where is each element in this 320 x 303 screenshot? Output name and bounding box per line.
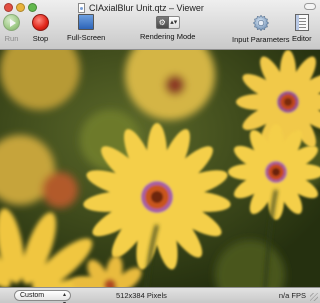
status-bar: Custom ▴▾ 512x384 Pixels n/a FPS (0, 287, 320, 303)
gear-icon[interactable]: ⚙ (155, 16, 169, 29)
stop-icon (32, 14, 49, 31)
gear-icon (252, 14, 269, 32)
play-icon (3, 14, 20, 31)
rendering-mode-segmented[interactable]: ⚙ ▴▾ (155, 16, 180, 29)
rendering-mode-label: Rendering Mode (140, 32, 196, 41)
run-button[interactable]: Run (3, 14, 20, 43)
editor-button[interactable]: Editor (292, 14, 312, 43)
stop-button[interactable]: Stop (32, 14, 49, 43)
viewer-window: CIAxialBlur Unit.qtz – Viewer Run Stop F… (0, 0, 320, 303)
resize-grip-icon[interactable] (310, 293, 318, 301)
fullscreen-button[interactable]: Full-Screen (67, 14, 105, 42)
document-icon (78, 2, 85, 13)
run-label: Run (4, 34, 19, 43)
window-title: CIAxialBlur Unit.qtz – Viewer (89, 2, 204, 13)
monitor-icon (78, 14, 95, 30)
toolbar-toggle-button[interactable] (304, 3, 316, 10)
editor-label: Editor (292, 34, 312, 43)
blurred-flowers-image (0, 50, 320, 287)
size-popup[interactable]: Custom ▴▾ (14, 290, 71, 303)
editor-icon (294, 14, 309, 31)
render-canvas[interactable] (0, 50, 320, 287)
stop-label: Stop (32, 34, 49, 43)
size-popup-value: Custom (20, 292, 45, 299)
fps-text: n/a FPS (278, 291, 306, 300)
fullscreen-label: Full-Screen (67, 33, 106, 42)
toolbar: CIAxialBlur Unit.qtz – Viewer Run Stop F… (0, 0, 320, 50)
rendering-mode-control[interactable]: ⚙ ▴▾ Rendering Mode (140, 14, 195, 41)
canvas-size-text: 512x384 Pixels (116, 291, 167, 300)
minimize-button[interactable] (16, 3, 25, 12)
window-title-area: CIAxialBlur Unit.qtz – Viewer (78, 1, 204, 14)
popup-arrows-icon: ▴▾ (62, 292, 66, 303)
zoom-button[interactable] (28, 3, 37, 12)
stepper-icon[interactable]: ▴▾ (168, 16, 180, 29)
input-parameters-label: Input Parameters (232, 35, 290, 44)
close-button[interactable] (4, 3, 13, 12)
input-parameters-button[interactable]: Input Parameters (232, 14, 290, 44)
